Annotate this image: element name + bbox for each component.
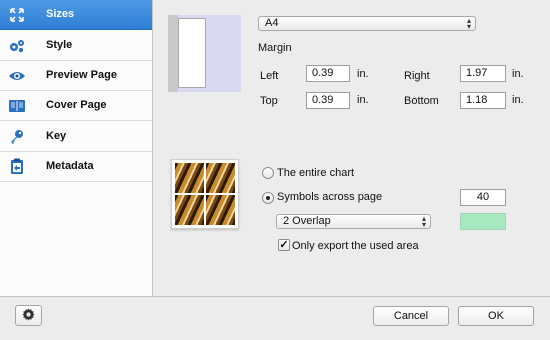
sidebar-item-sizes[interactable]: Sizes [0,0,152,30]
tile [175,195,204,225]
overlap-select[interactable]: 2 Overlap ▴ ▾ [276,214,431,229]
sidebar-item-label: Style [46,39,73,51]
clipboard-icon [0,152,34,181]
bottom-label: Bottom [404,95,439,107]
gear-icon [22,307,35,324]
right-margin-field[interactable]: 1.97 [460,65,506,82]
sidebar: Sizes Style Preview Page Cover Page Key … [0,0,153,296]
page-preview [168,15,241,92]
only-used-area-label: Only export the used area [292,240,419,252]
sidebar-item-cover-page[interactable]: Cover Page [0,91,152,121]
select-arrows-icon: ▴ ▾ [466,16,471,31]
book-icon [0,91,34,120]
right-label: Right [404,70,430,82]
page-preview-paper [178,18,206,88]
top-unit: in. [357,94,369,106]
left-margin-field[interactable]: 0.39 [306,65,350,82]
paper-size-value: A4 [265,17,279,29]
gears-icon [0,31,34,60]
sidebar-item-label: Preview Page [46,69,117,81]
overlap-value: 2 Overlap [283,215,331,227]
symbols-count-field[interactable]: 40 [460,189,506,206]
right-unit: in. [512,68,524,80]
margin-heading: Margin [258,42,292,54]
tile [175,163,204,193]
key-icon [0,122,34,151]
eye-icon [0,61,34,90]
sidebar-item-metadata[interactable]: Metadata [0,152,152,182]
sidebar-item-label: Sizes [46,8,75,20]
only-used-area-checkbox[interactable]: ✓ [278,239,290,251]
sidebar-item-style[interactable]: Style [0,31,152,61]
cancel-button[interactable]: Cancel [373,306,449,326]
ok-button[interactable]: OK [458,306,534,326]
sidebar-item-label: Key [46,130,67,142]
top-label: Top [260,95,278,107]
footer-divider [0,296,550,297]
entire-chart-label: The entire chart [277,167,355,179]
left-label: Left [260,70,279,82]
sidebar-item-label: Metadata [46,160,94,172]
sidebar-item-key[interactable]: Key [0,122,152,152]
top-margin-field[interactable]: 0.39 [306,92,350,109]
bottom-unit: in. [512,94,524,106]
tile [206,195,235,225]
settings-button[interactable] [15,305,42,326]
select-arrows-icon: ▴ ▾ [421,214,426,229]
overlap-color-swatch[interactable] [460,213,506,230]
tile [206,163,235,193]
symbols-across-label: Symbols across page [277,191,383,203]
sidebar-item-preview-page[interactable]: Preview Page [0,61,152,91]
arrows-expand-icon [0,0,34,29]
sidebar-item-label: Cover Page [46,99,107,111]
entire-chart-radio[interactable] [262,167,274,179]
left-unit: in. [357,68,369,80]
symbols-across-radio[interactable] [262,192,274,204]
tiled-preview-image [171,159,239,229]
paper-size-select[interactable]: A4 ▴ ▾ [258,16,476,31]
bottom-margin-field[interactable]: 1.18 [460,92,506,109]
